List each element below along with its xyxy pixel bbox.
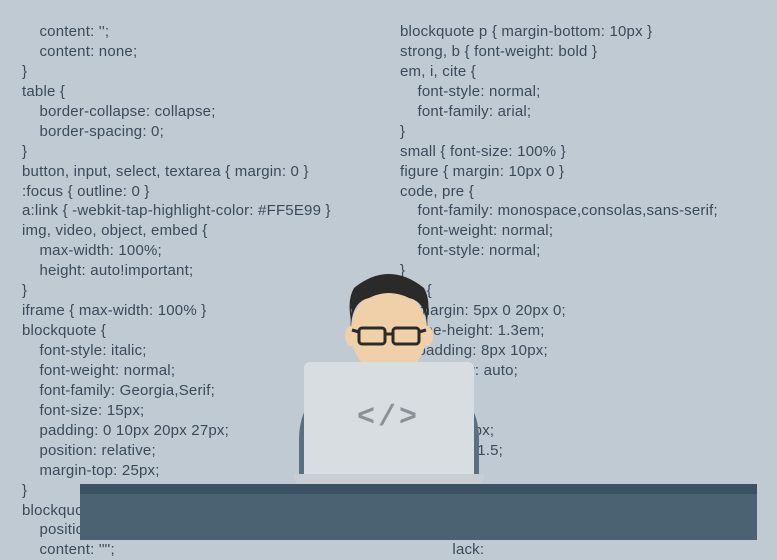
code-icon: </> (357, 401, 420, 435)
laptop: </> (294, 362, 484, 488)
laptop-screen: </> (304, 362, 474, 474)
desk-edge (80, 484, 757, 494)
desk (80, 494, 757, 540)
